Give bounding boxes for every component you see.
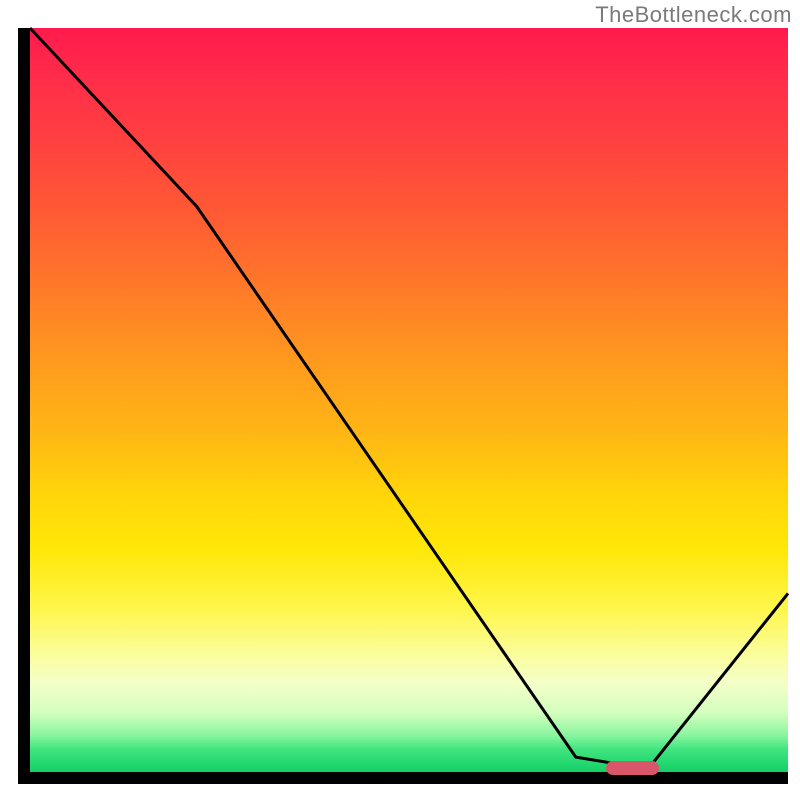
- bottleneck-curve: [30, 28, 788, 772]
- curve-path: [30, 28, 788, 765]
- attribution-text: TheBottleneck.com: [595, 2, 792, 28]
- chart-plot-area: [18, 28, 788, 784]
- optimal-marker: [606, 761, 659, 775]
